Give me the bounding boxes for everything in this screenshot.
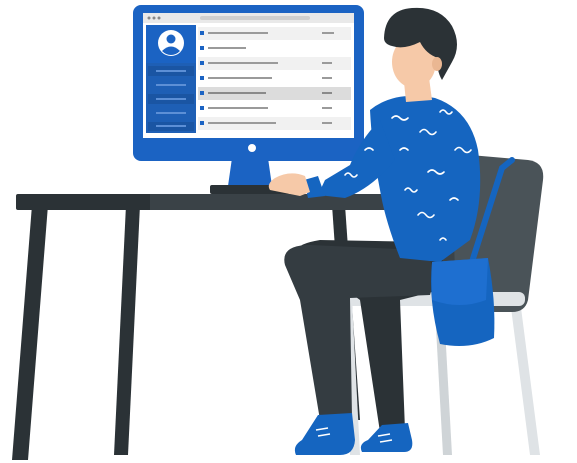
sidebar-item-line <box>156 70 186 72</box>
list-row-meta <box>322 122 332 124</box>
chair-leg-back <box>510 300 540 455</box>
workspace-illustration <box>12 5 544 460</box>
sidebar-item-line <box>156 125 186 127</box>
list-row-bullet <box>200 46 204 50</box>
person-torso <box>370 95 481 262</box>
list-row-text <box>208 92 266 94</box>
list-row-bullet <box>200 121 204 125</box>
list-row-text <box>208 77 272 79</box>
list-row-meta <box>322 107 332 109</box>
desk-leg-front-left <box>12 205 48 460</box>
list-row-text <box>208 122 276 124</box>
bag-flap <box>432 258 488 305</box>
person-shoe-right <box>360 423 413 452</box>
desk-leg-back-left <box>114 205 140 455</box>
window-dot-icon <box>147 16 151 20</box>
address-bar <box>200 16 310 20</box>
list-row-meta <box>322 62 332 64</box>
list-row-bullet <box>200 76 204 80</box>
sidebar-item-line <box>156 112 186 114</box>
window-dot-icon <box>157 16 161 20</box>
list-row-meta <box>322 32 334 34</box>
list-row-bullet <box>200 106 204 110</box>
monitor <box>133 5 364 194</box>
person-ear <box>432 57 442 71</box>
list-row-text <box>208 107 268 109</box>
illustration-canvas <box>0 0 577 463</box>
desk-top-edge <box>150 194 416 210</box>
list-row-text <box>208 62 278 64</box>
person-leg-front <box>284 245 434 420</box>
sidebar-item-line <box>156 98 186 100</box>
person-shoe-left <box>294 413 355 455</box>
list-row-text <box>208 47 246 49</box>
sidebar-item-line <box>156 84 186 86</box>
window-dot-icon <box>152 16 156 20</box>
list-row-bullet <box>200 61 204 65</box>
screen-list <box>198 27 351 130</box>
list-row-text <box>208 32 268 34</box>
list-row-bullet <box>200 91 204 95</box>
list-row-bullet <box>200 31 204 35</box>
list-row-meta <box>322 92 332 94</box>
monitor-power-dot <box>248 144 256 152</box>
list-row-meta <box>322 77 332 79</box>
user-avatar-icon <box>158 30 184 56</box>
monitor-stand <box>228 158 272 186</box>
